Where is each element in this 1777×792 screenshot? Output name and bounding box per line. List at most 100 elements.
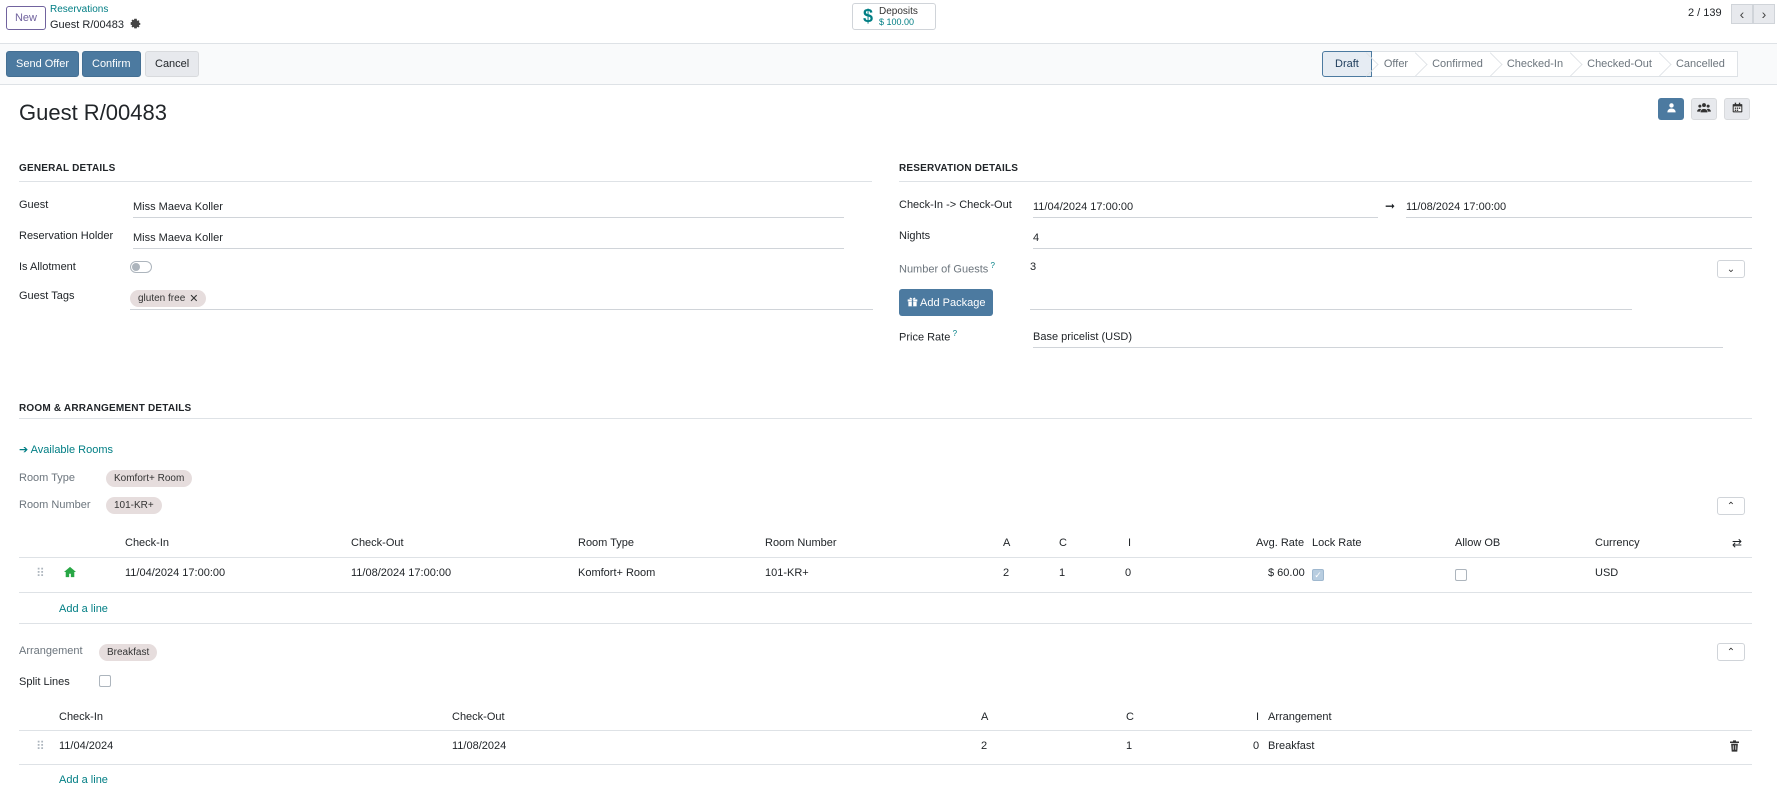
- table-divider: [19, 557, 1752, 558]
- drag-handle-icon[interactable]: ⠿: [36, 566, 45, 580]
- checkout-field[interactable]: 11/08/2024 17:00:00: [1406, 201, 1752, 218]
- row-room-number: 101-KR+: [765, 567, 809, 579]
- column-header[interactable]: Currency: [1595, 537, 1640, 549]
- section-divider: [19, 418, 1752, 419]
- collapse-arrangement-button[interactable]: ⌃: [1717, 643, 1745, 661]
- room-type-tag: Komfort+ Room: [106, 470, 193, 487]
- pager-next-button[interactable]: ›: [1753, 4, 1775, 24]
- column-header[interactable]: I: [1256, 711, 1259, 723]
- pager-previous-button[interactable]: ‹: [1731, 4, 1753, 24]
- tag-label: gluten free: [138, 293, 186, 304]
- breadcrumb-current: Guest R/00483: [50, 18, 141, 32]
- column-header[interactable]: I: [1128, 537, 1131, 549]
- row-arrangement-link[interactable]: Breakfast: [1268, 740, 1314, 752]
- guest-tags-field[interactable]: gluten free ✕: [130, 290, 873, 310]
- split-lines-checkbox[interactable]: [99, 675, 111, 687]
- column-header[interactable]: A: [981, 711, 988, 723]
- column-settings-icon[interactable]: ⇄: [1732, 536, 1742, 550]
- add-a-line-link[interactable]: Add a line: [59, 603, 108, 615]
- arrangement-tag: Breakfast: [99, 644, 158, 661]
- chevron-left-icon: ‹: [1739, 6, 1745, 22]
- row-room-type: Komfort+ Room: [578, 567, 656, 579]
- close-icon[interactable]: ✕: [189, 292, 198, 305]
- calendar-icon: [1732, 102, 1743, 116]
- column-header[interactable]: Room Type: [578, 537, 634, 549]
- checkin-checkout-label: Check-In -> Check-Out: [899, 199, 1012, 211]
- user-icon: [1666, 102, 1677, 116]
- price-rate-label: Price Rate ?: [899, 329, 957, 344]
- add-a-line-link[interactable]: Add a line: [59, 774, 108, 786]
- help-icon[interactable]: ?: [950, 329, 957, 338]
- drag-handle-icon[interactable]: ⠿: [36, 739, 45, 753]
- add-package-button[interactable]: Add Package: [899, 289, 994, 316]
- column-header[interactable]: C: [1126, 711, 1134, 723]
- expand-guests-button[interactable]: ⌄: [1717, 260, 1745, 278]
- cancel-button[interactable]: Cancel: [145, 51, 200, 77]
- room-number-label: Room Number: [19, 499, 91, 511]
- arrow-right-icon: ➞: [1385, 199, 1396, 213]
- price-rate-field[interactable]: Base pricelist (USD): [1033, 331, 1723, 348]
- column-header[interactable]: Allow OB: [1455, 537, 1500, 549]
- column-header[interactable]: Lock Rate: [1312, 537, 1362, 549]
- status-cancelled[interactable]: Cancelled: [1663, 51, 1738, 77]
- room-type-label: Room Type: [19, 472, 76, 484]
- dollar-icon: $: [863, 6, 874, 26]
- confirm-button[interactable]: Confirm: [82, 51, 141, 77]
- row-adults: 2: [981, 740, 988, 752]
- section-divider: [19, 181, 872, 182]
- column-header[interactable]: A: [1003, 537, 1010, 549]
- checkin-field[interactable]: 11/04/2024 17:00:00: [1033, 201, 1378, 218]
- chevron-up-icon: ⌃: [1726, 500, 1736, 512]
- status-draft[interactable]: Draft: [1322, 51, 1372, 77]
- gear-icon[interactable]: [130, 18, 141, 32]
- allow-ob-checkbox[interactable]: [1455, 569, 1467, 581]
- row-infants: 0: [1125, 567, 1132, 579]
- deposits-label: Deposits: [879, 5, 918, 17]
- lock-rate-checkbox[interactable]: ✓: [1312, 569, 1324, 581]
- table-row[interactable]: ⠿ 11/04/2024 11/08/2024 2 1 0 Breakfast: [0, 739, 1777, 756]
- status-checked-in[interactable]: Checked-In: [1494, 51, 1576, 77]
- guest-view-button[interactable]: [1658, 98, 1684, 120]
- number-of-guests-label: Number of Guests ?: [899, 261, 995, 276]
- package-field-line: [1030, 309, 1632, 310]
- column-header[interactable]: Avg. Rate: [1256, 537, 1304, 549]
- group-view-button[interactable]: [1691, 98, 1717, 120]
- trash-icon[interactable]: [1729, 740, 1740, 755]
- guest-field[interactable]: Miss Maeva Koller: [133, 201, 844, 218]
- status-confirmed[interactable]: Confirmed: [1420, 51, 1495, 77]
- collapse-room-button[interactable]: ⌃: [1717, 497, 1745, 515]
- new-button[interactable]: New: [6, 6, 46, 30]
- column-header[interactable]: Room Number: [765, 537, 837, 549]
- nights-field[interactable]: 4: [1033, 232, 1752, 249]
- status-checked-out[interactable]: Checked-Out: [1575, 51, 1664, 77]
- pager-value[interactable]: 2 / 139: [1688, 7, 1722, 19]
- is-allotment-label: Is Allotment: [19, 261, 76, 273]
- deposits-value: $ 100.00: [879, 16, 915, 27]
- help-icon[interactable]: ?: [988, 261, 994, 270]
- table-divider: [19, 764, 1752, 765]
- column-header[interactable]: Check-In: [125, 537, 169, 549]
- send-offer-button[interactable]: Send Offer: [6, 51, 79, 77]
- breadcrumb-parent[interactable]: Reservations: [50, 4, 108, 15]
- guest-tags-label: Guest Tags: [19, 290, 75, 302]
- available-rooms-link[interactable]: ➔ Available Rooms: [19, 443, 113, 456]
- check-icon: ✓: [1314, 569, 1322, 580]
- status-bar: Draft Offer Confirmed Checked-In Checked…: [1322, 51, 1738, 77]
- row-checkout: 11/08/2024 17:00:00: [351, 567, 452, 579]
- deposits-button[interactable]: $ Deposits $ 100.00: [852, 3, 936, 30]
- chevron-up-icon: ⌃: [1726, 646, 1736, 658]
- is-allotment-toggle[interactable]: [130, 261, 152, 273]
- column-header[interactable]: C: [1059, 537, 1067, 549]
- add-package-label: Add Package: [920, 296, 986, 309]
- column-header[interactable]: Check-Out: [452, 711, 505, 723]
- column-header[interactable]: Check-Out: [351, 537, 404, 549]
- home-icon: [63, 566, 77, 581]
- column-header[interactable]: Arrangement: [1268, 711, 1332, 723]
- row-adults: 2: [1003, 567, 1010, 579]
- breadcrumb-current-label: Guest R/00483: [50, 19, 124, 31]
- reservation-holder-field[interactable]: Miss Maeva Koller: [133, 232, 844, 249]
- row-infants: 0: [1253, 740, 1260, 752]
- calendar-view-button[interactable]: [1724, 98, 1750, 120]
- column-header[interactable]: Check-In: [59, 711, 103, 723]
- table-row[interactable]: ⠿ 11/04/2024 17:00:00 11/08/2024 17:00:0…: [0, 566, 1777, 583]
